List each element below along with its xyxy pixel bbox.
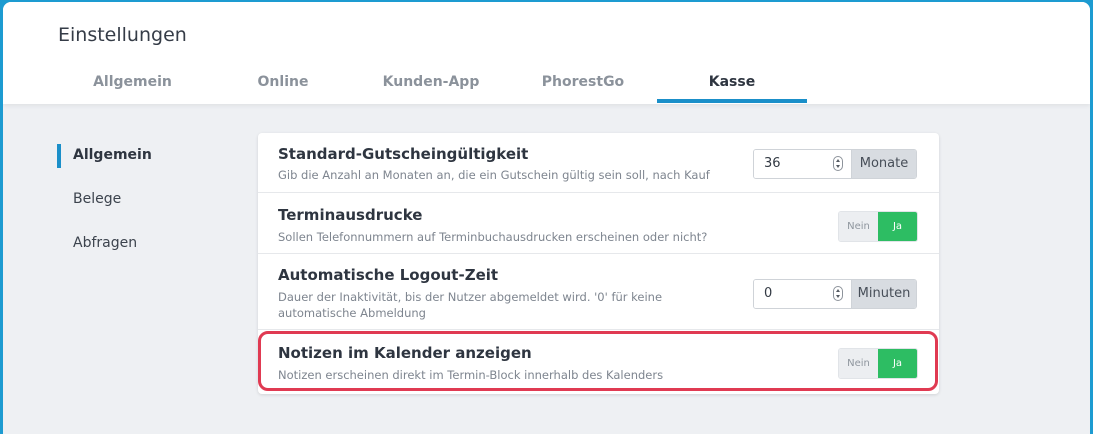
page-title: Einstellungen: [58, 24, 187, 46]
printouts-title: Terminausdrucke: [278, 206, 423, 224]
printouts-toggle: Nein Ja: [838, 211, 918, 242]
printouts-no-option[interactable]: Nein: [839, 212, 878, 241]
printouts-yes-option[interactable]: Ja: [878, 212, 917, 241]
calendar-notes-no-option[interactable]: Nein: [839, 349, 878, 378]
calendar-notes-title: Notizen im Kalender anzeigen: [278, 344, 532, 362]
printouts-description: Sollen Telefonnummern auf Terminbuchausd…: [278, 230, 708, 244]
calendar-notes-toggle: Nein Ja: [838, 348, 918, 379]
logout-minutes-value: 0: [764, 286, 773, 301]
header: Einstellungen Allgemein Online Kunden-Ap…: [3, 2, 1090, 104]
voucher-months-value: 36: [764, 156, 781, 171]
number-spinner-icon[interactable]: [833, 286, 843, 301]
calendar-notes-description: Notizen erscheinen direkt im Termin-Bloc…: [278, 368, 664, 382]
voucher-months-field: 36 Monate: [753, 149, 917, 179]
settings-card: Standard-Gutscheingültigkeit Gib die Anz…: [258, 133, 939, 394]
tab-allgemein[interactable]: Allgemein: [75, 74, 190, 104]
sidebar-item-allgemein[interactable]: Allgemein: [57, 142, 237, 168]
setting-row-calendar-notes: Notizen im Kalender anzeigen Notizen ers…: [258, 330, 939, 394]
voucher-months-input[interactable]: 36: [754, 150, 851, 178]
logout-title: Automatische Logout-Zeit: [278, 266, 499, 284]
logout-unit-label: Minuten: [851, 280, 916, 308]
tab-kunden-app[interactable]: Kunden-App: [376, 74, 486, 104]
voucher-title: Standard-Gutscheingültigkeit: [278, 145, 529, 163]
settings-window: Einstellungen Allgemein Online Kunden-Ap…: [3, 2, 1090, 434]
voucher-unit-label: Monate: [851, 150, 916, 178]
setting-row-printouts: Terminausdrucke Sollen Telefonnummern au…: [258, 193, 939, 254]
active-tab-indicator: [657, 99, 807, 103]
tab-phorestgo[interactable]: PhorestGo: [533, 74, 633, 104]
sidebar-item-abfragen[interactable]: Abfragen: [57, 230, 237, 256]
number-spinner-icon[interactable]: [833, 156, 843, 171]
logout-minutes-input[interactable]: 0: [754, 280, 851, 308]
logout-description: Dauer der Inaktivität, bis der Nutzer ab…: [278, 290, 663, 320]
tab-online[interactable]: Online: [238, 74, 328, 104]
sidebar-item-belege[interactable]: Belege: [57, 186, 237, 212]
setting-row-logout: Automatische Logout-Zeit Dauer der Inakt…: [258, 254, 939, 330]
setting-row-voucher: Standard-Gutscheingültigkeit Gib die Anz…: [258, 133, 939, 193]
logout-minutes-field: 0 Minuten: [753, 279, 917, 309]
calendar-notes-yes-option[interactable]: Ja: [878, 349, 917, 378]
voucher-description: Gib die Anzahl an Monaten an, die ein Gu…: [278, 168, 710, 182]
